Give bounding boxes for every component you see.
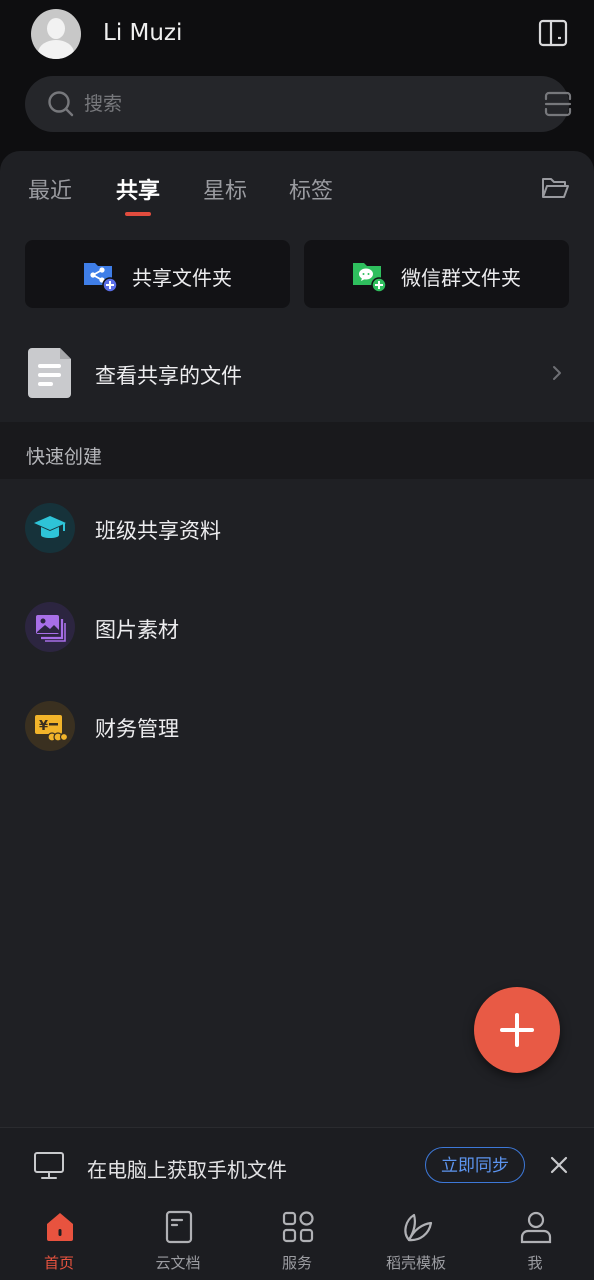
document-icon xyxy=(28,348,71,398)
user-icon xyxy=(520,1211,552,1244)
shared-folder-label: 共享文件夹 xyxy=(132,266,232,290)
quick-item-label: 财务管理 xyxy=(95,717,179,741)
shared-folder-card[interactable]: 共享文件夹 xyxy=(25,240,290,308)
search-bar[interactable] xyxy=(25,76,572,132)
app-screen: Li Muzi 最近 共享 星标 标签 xyxy=(0,0,594,1280)
create-new-button[interactable] xyxy=(474,987,560,1073)
search-input[interactable] xyxy=(84,90,484,118)
quick-create-title: 快速创建 xyxy=(26,446,103,468)
leaf-icon xyxy=(404,1213,433,1242)
nav-services[interactable]: 服务 xyxy=(238,1201,356,1280)
view-shared-files-label: 查看共享的文件 xyxy=(95,364,242,388)
quick-item-label: 班级共享资料 xyxy=(95,519,221,543)
quick-item-icon-bg xyxy=(25,602,75,652)
search-icon xyxy=(48,91,74,117)
sync-now-button[interactable]: 立即同步 xyxy=(425,1147,525,1183)
plus-icon xyxy=(500,1013,534,1047)
tab-shared[interactable]: 共享 xyxy=(116,173,160,205)
quick-item-image-assets[interactable]: 图片素材 xyxy=(0,590,594,670)
nav-home[interactable]: 首页 xyxy=(0,1201,118,1280)
view-shared-files-row[interactable]: 查看共享的文件 xyxy=(0,340,594,420)
finance-icon: ¥ xyxy=(35,715,67,742)
bottom-nav: 首页 云文档 服务 稻壳模板 我 xyxy=(0,1201,594,1280)
open-folder-icon[interactable] xyxy=(541,175,569,201)
graduation-cap-icon xyxy=(34,516,66,538)
nav-cloud-docs[interactable]: 云文档 xyxy=(119,1201,237,1280)
tab-tags[interactable]: 标签 xyxy=(289,173,333,205)
close-icon[interactable] xyxy=(549,1155,569,1175)
home-icon xyxy=(47,1213,73,1241)
tab-recent[interactable]: 最近 xyxy=(28,173,72,205)
monitor-icon xyxy=(34,1152,64,1179)
nav-label: 我 xyxy=(527,1254,543,1272)
sync-banner-text: 在电脑上获取手机文件 xyxy=(87,1158,287,1182)
avatar-body-shape xyxy=(38,40,74,59)
quick-item-finance[interactable]: ¥ 财务管理 xyxy=(0,689,594,769)
nav-label: 稻壳模板 xyxy=(385,1254,446,1272)
username[interactable]: Li Muzi xyxy=(103,20,182,46)
scan-icon[interactable] xyxy=(543,90,573,118)
active-tab-indicator xyxy=(125,212,151,216)
shared-folder-icon xyxy=(84,263,118,293)
nav-me[interactable]: 我 xyxy=(476,1201,594,1280)
quick-item-label: 图片素材 xyxy=(95,618,179,642)
wechat-folder-icon xyxy=(353,263,387,293)
wechat-folder-card[interactable]: 微信群文件夹 xyxy=(304,240,569,308)
chevron-right-icon xyxy=(553,366,561,380)
sync-banner: 在电脑上获取手机文件 立即同步 xyxy=(0,1127,594,1201)
quick-item-icon-bg xyxy=(25,503,75,553)
cloud-doc-icon xyxy=(165,1210,193,1244)
nav-templates[interactable]: 稻壳模板 xyxy=(357,1201,475,1280)
image-gallery-icon xyxy=(36,615,66,642)
nav-label: 云文档 xyxy=(155,1254,201,1272)
avatar-head-shape xyxy=(47,18,65,39)
apps-grid-icon xyxy=(282,1211,314,1243)
wechat-folder-label: 微信群文件夹 xyxy=(401,266,521,290)
quick-create-header: 快速创建 xyxy=(0,422,594,479)
nav-label: 服务 xyxy=(281,1254,312,1272)
tab-starred[interactable]: 星标 xyxy=(203,173,247,205)
avatar[interactable] xyxy=(31,9,81,59)
quick-item-class-materials[interactable]: 班级共享资料 xyxy=(0,491,594,571)
quick-item-icon-bg: ¥ xyxy=(25,701,75,751)
split-view-icon[interactable] xyxy=(537,17,569,49)
svg-text:¥: ¥ xyxy=(39,719,48,734)
main-panel: 最近 共享 星标 标签 共享文件夹 微信群文件夹 查看共享的文件 快速创建 班级… xyxy=(0,151,594,1131)
nav-label: 首页 xyxy=(43,1254,74,1272)
